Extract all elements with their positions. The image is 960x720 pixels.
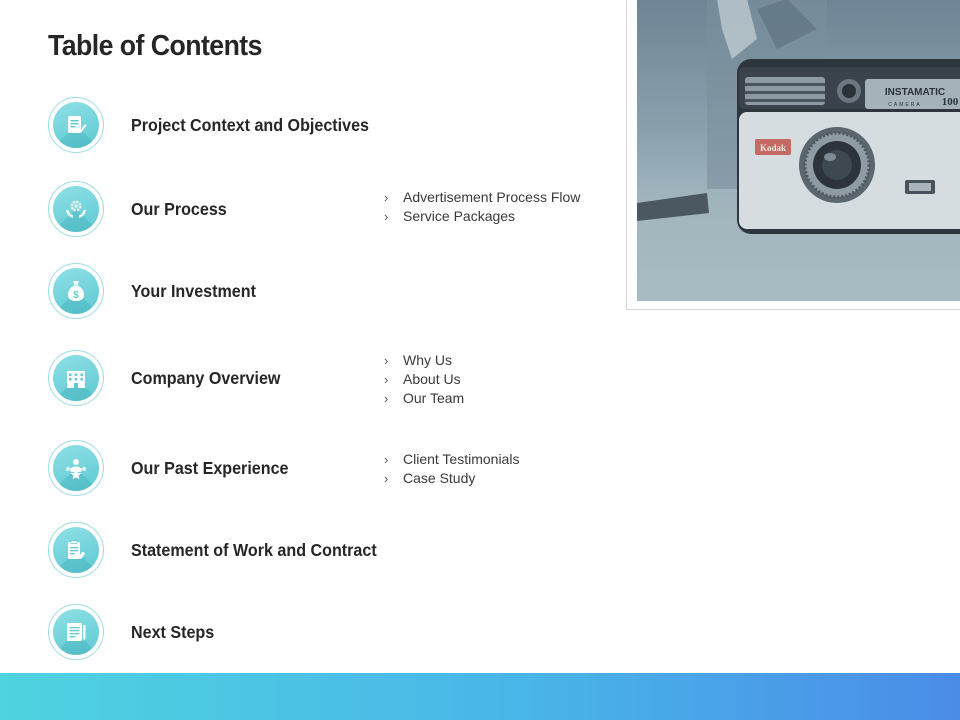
chevron-right-icon: › [384,452,389,467]
toc-item-project-context[interactable]: Project Context and Objectives [48,97,608,155]
toc-item-company-overview[interactable]: Company Overview [48,350,608,408]
toc-item-your-investment[interactable]: $ Your Investment [48,263,608,321]
toc-item-past-experience[interactable]: Our Past Experience [48,440,608,498]
icon-ring [48,97,104,153]
toc-item-label: Your Investment [131,281,256,301]
camera-brand-label: INSTAMATIC [885,87,945,98]
icon-ring: $ [48,263,104,319]
sub-list-past-experience: › Client Testimonials › Case Study [384,450,519,488]
toc-item-label: Our Past Experience [131,458,289,478]
sub-item[interactable]: › Client Testimonials [384,450,519,469]
footer-band [0,673,960,720]
toc-item-label: Statement of Work and Contract [131,540,377,560]
sub-item[interactable]: › About Us [384,370,464,389]
building-icon [67,371,85,388]
icon-ring [48,440,104,496]
sub-list-our-process: › Advertisement Process Flow › Service Pac… [384,188,580,226]
toc-item-label: Company Overview [131,368,281,388]
team-stars-icon [65,459,87,480]
camera-photo: INSTAMATIC 100 CAMERA Kodak [637,0,960,301]
gear-hands-icon [66,200,86,218]
icon-ring [48,181,104,237]
chevron-right-icon: › [384,372,389,387]
sub-list-company-overview: › Why Us › About Us › Our Team [384,351,464,408]
kodak-badge: Kodak [760,143,786,153]
sub-item[interactable]: › Advertisement Process Flow [384,188,580,207]
money-bag-icon: $ [67,281,85,301]
chevron-right-icon: › [384,190,389,205]
chevron-right-icon: › [384,353,389,368]
chevron-right-icon: › [384,391,389,406]
sub-item[interactable]: › Case Study [384,469,519,488]
chevron-right-icon: › [384,209,389,224]
toc-item-label: Project Context and Objectives [131,115,369,135]
icon-ring [48,522,104,578]
toc-item-next-steps[interactable]: Next Steps [48,604,608,662]
icon-ring [48,604,104,660]
toc-item-label: Our Process [131,199,227,219]
camera-model-label: 100 [942,96,959,108]
notebook-icon [67,623,86,641]
chevron-right-icon: › [384,471,389,486]
clipboard-icon [68,540,85,559]
camera-illustration: INSTAMATIC 100 CAMERA Kodak [637,0,960,301]
icon-ring [48,350,104,406]
page-title: Table of Contents [48,30,262,62]
photo-frame: INSTAMATIC 100 CAMERA Kodak [626,0,960,310]
document-pen-icon [68,116,87,133]
svg-text:$: $ [73,290,79,301]
sub-item[interactable]: › Our Team [384,389,464,408]
sub-item[interactable]: › Service Packages [384,207,580,226]
camera-sublabel: CAMERA [888,102,921,108]
toc-item-statement-of-work[interactable]: Statement of Work and Contract [48,522,608,580]
toc-item-label: Next Steps [131,622,215,642]
sub-item[interactable]: › Why Us [384,351,464,370]
